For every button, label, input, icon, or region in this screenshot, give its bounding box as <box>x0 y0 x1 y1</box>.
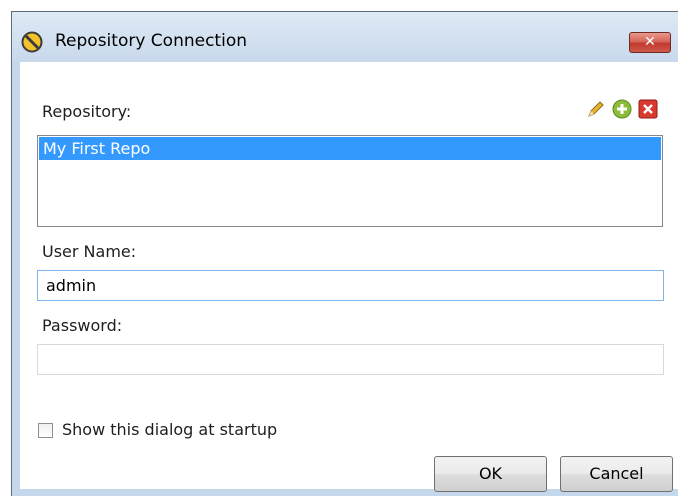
pencil-icon[interactable] <box>586 99 606 119</box>
close-button[interactable]: ✕ <box>629 32 671 53</box>
password-label: Password: <box>42 316 123 335</box>
dialog-window: Repository Connection ✕ Repository: My F… <box>11 11 678 496</box>
repository-list[interactable]: My First Repo <box>37 135 663 227</box>
username-label: User Name: <box>42 242 137 261</box>
close-icon: ✕ <box>644 34 656 50</box>
repository-label: Repository: <box>42 102 132 121</box>
password-input[interactable] <box>37 344 664 375</box>
app-icon <box>21 31 43 53</box>
startup-label[interactable]: Show this dialog at startup <box>62 420 277 439</box>
username-input[interactable] <box>37 270 664 301</box>
cancel-button[interactable]: Cancel <box>560 456 673 492</box>
title-bar[interactable]: Repository Connection ✕ <box>12 12 678 62</box>
dialog-body: Repository: My First Repo User Name: adm… <box>20 62 678 492</box>
window-title: Repository Connection <box>55 31 247 51</box>
plus-circle-icon[interactable] <box>612 99 632 119</box>
red-x-icon[interactable] <box>638 99 658 119</box>
ok-button[interactable]: OK <box>434 456 547 492</box>
list-item[interactable]: My First Repo <box>39 137 661 160</box>
startup-checkbox[interactable] <box>38 423 53 438</box>
